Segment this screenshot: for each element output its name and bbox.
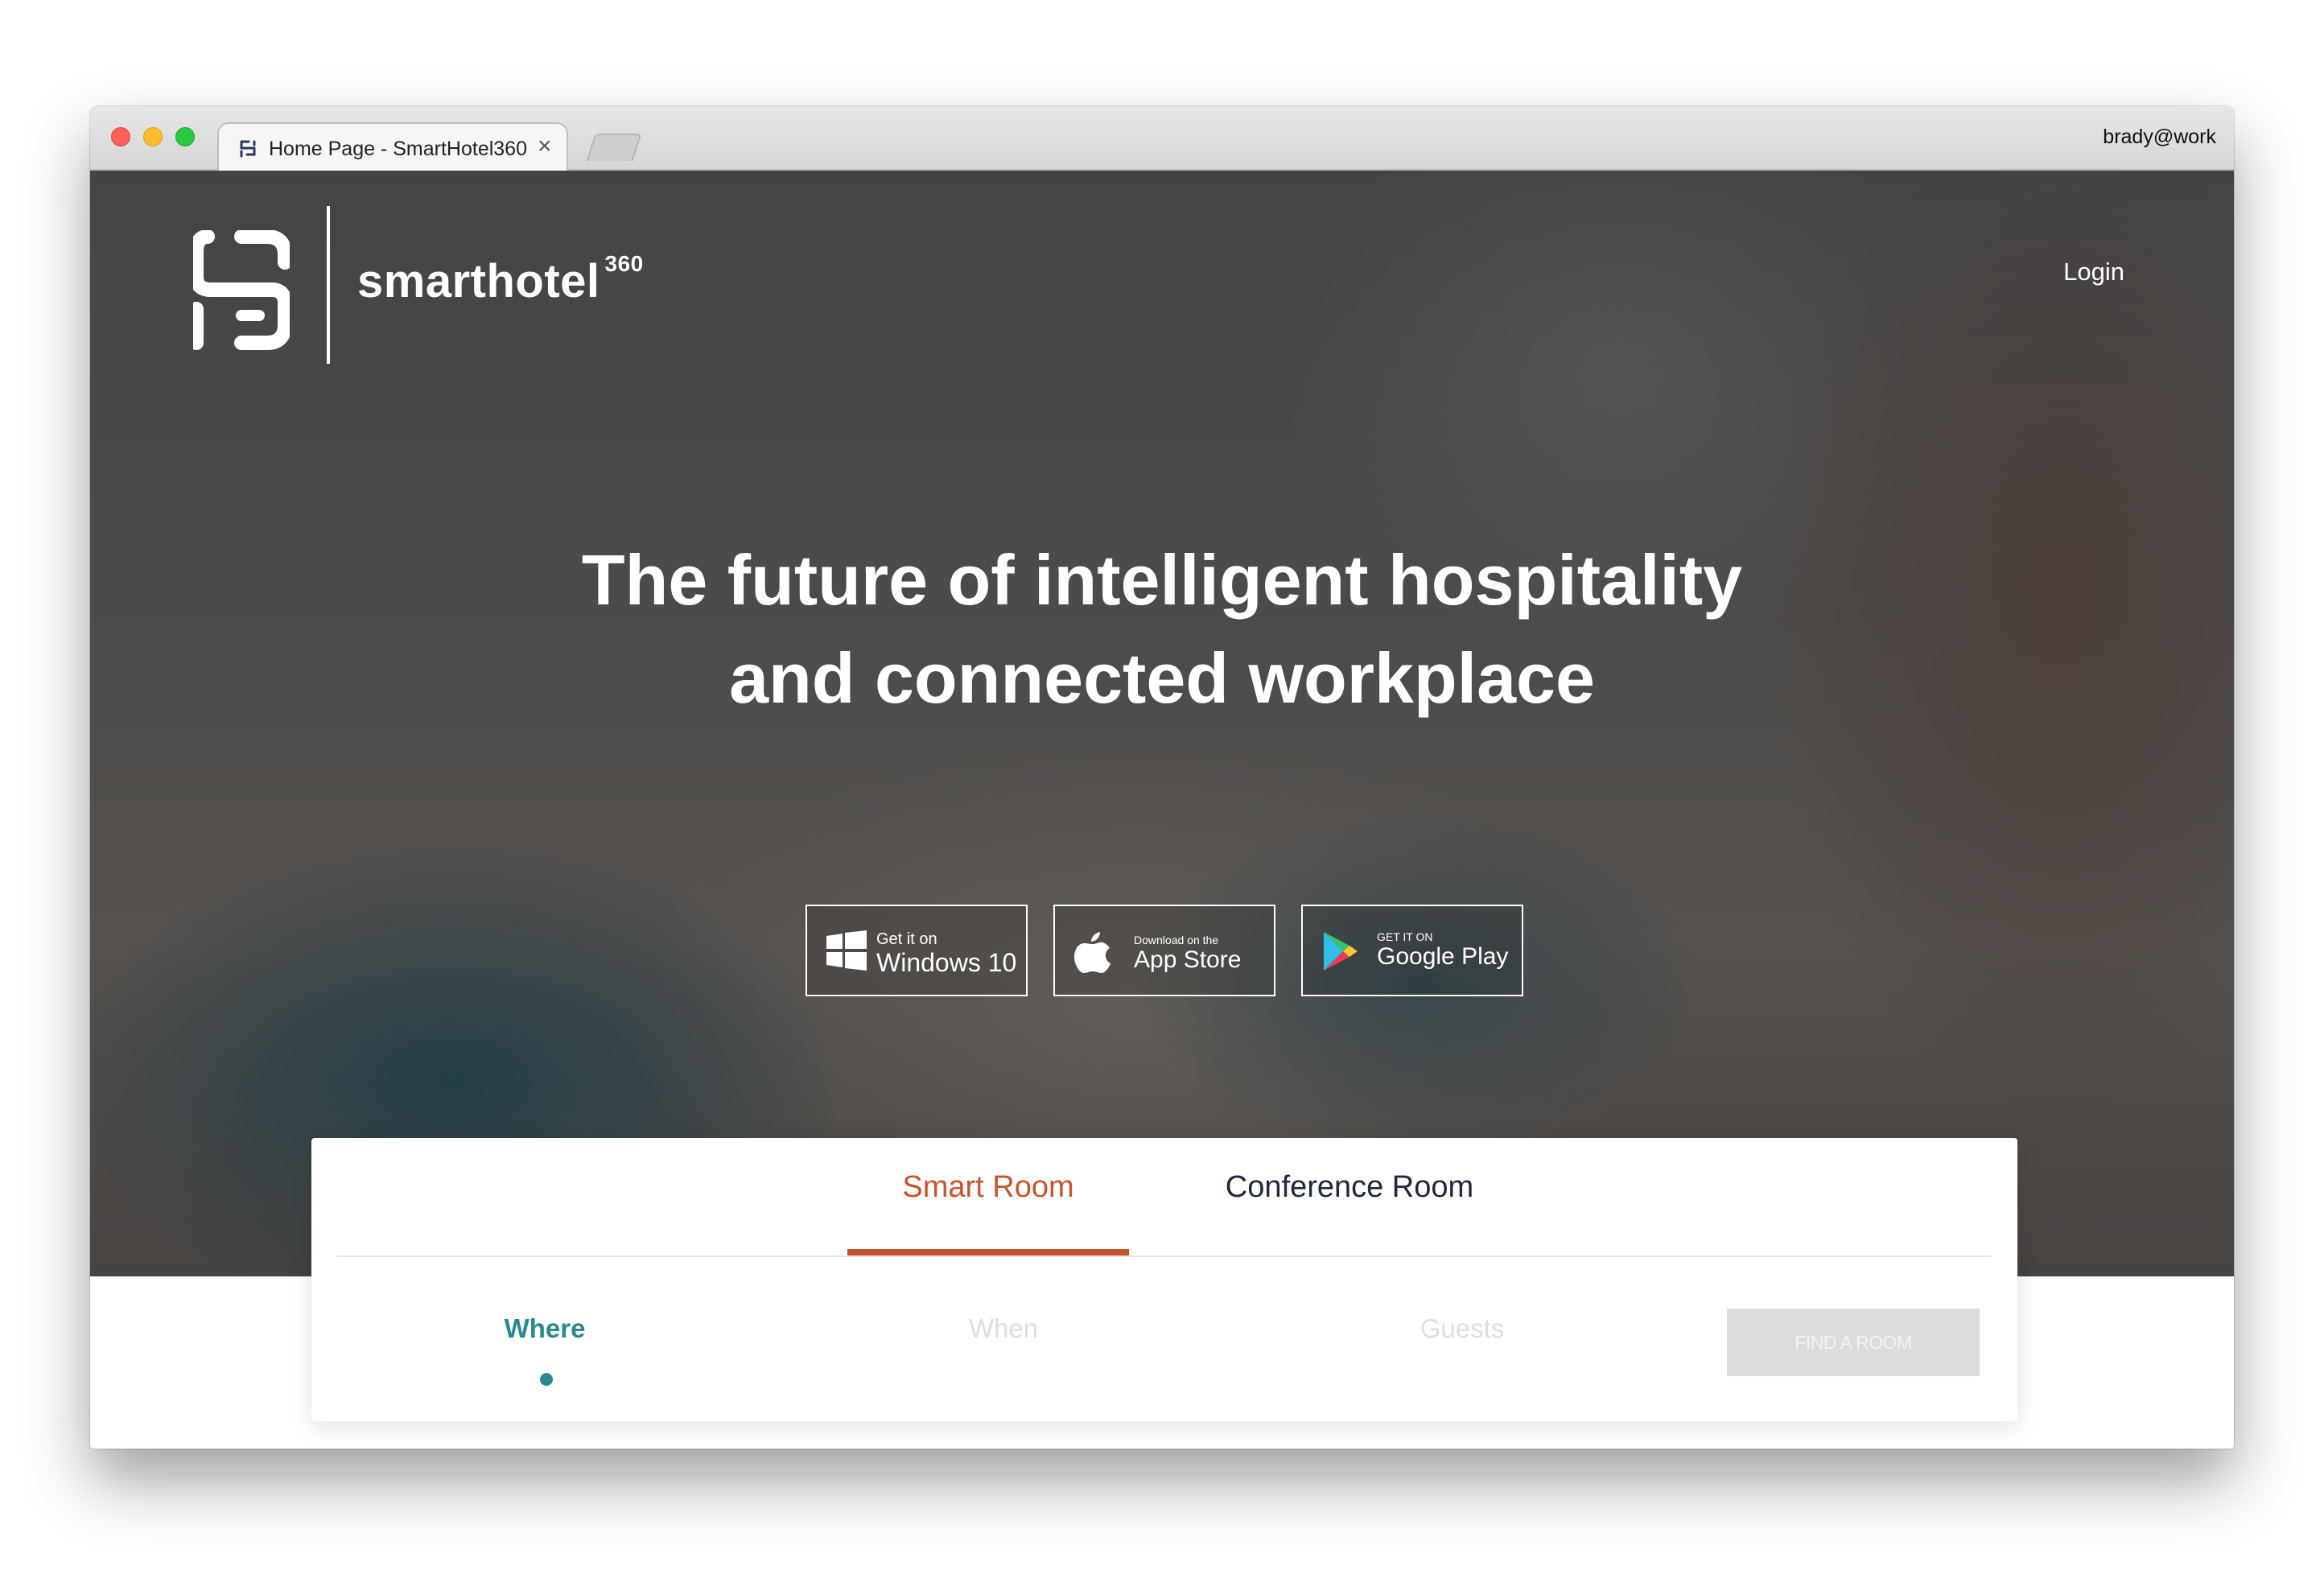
smarthotel-favicon-icon <box>240 140 256 158</box>
tabs-divider <box>337 1255 1992 1257</box>
browser-titlebar: Home Page - SmartHotel360 × brady@work <box>90 106 2234 172</box>
hero-headline: The future of intelligent hospitality an… <box>90 531 2234 728</box>
minimize-window-button[interactable] <box>143 127 163 146</box>
windows-store-small-label: Get it on <box>876 930 937 948</box>
headline-line-2: and connected workplace <box>729 638 1595 718</box>
headline-line-1: The future of intelligent hospitality <box>581 540 1743 620</box>
tab-close-icon[interactable]: × <box>538 134 552 159</box>
google-play-icon <box>1324 932 1358 971</box>
brand-name[interactable]: smarthotel 360 <box>357 251 644 308</box>
logo-divider <box>327 206 330 364</box>
app-store-button[interactable]: Download on the App Store <box>1053 905 1275 996</box>
app-store-small-label: Download on the <box>1134 934 1219 946</box>
tab-conference-room[interactable]: Conference Room <box>1205 1170 1494 1205</box>
windows-store-button[interactable]: Get it on Windows 10 <box>806 905 1028 996</box>
find-room-button[interactable]: FIND A ROOM <box>1727 1309 1980 1376</box>
tab-title: Home Page - SmartHotel360 <box>269 138 527 160</box>
login-link[interactable]: Login <box>2063 258 2124 287</box>
step-when[interactable]: When <box>891 1313 1116 1344</box>
brand-text: smarthotel <box>357 255 600 307</box>
browser-profile[interactable]: brady@work <box>2103 126 2216 149</box>
smarthotel-logo-icon[interactable] <box>193 230 290 351</box>
active-step-indicator <box>540 1373 553 1386</box>
google-play-small-label: GET IT ON <box>1377 930 1433 943</box>
google-play-button[interactable]: GET IT ON Google Play <box>1301 905 1523 996</box>
hero-section: smarthotel 360 Login The future of intell… <box>90 171 2234 1276</box>
maximize-window-button[interactable] <box>175 127 195 146</box>
google-play-big-label: Google Play <box>1377 943 1509 970</box>
app-store-big-label: App Store <box>1134 946 1242 973</box>
apple-icon <box>1074 932 1110 973</box>
new-tab-button[interactable] <box>586 134 642 161</box>
active-tab-indicator <box>847 1249 1129 1255</box>
close-window-button[interactable] <box>111 127 130 146</box>
windows-store-big-label: Windows 10 <box>876 948 1017 977</box>
booking-card: Smart Room Conference Room Where When Gu… <box>311 1138 2017 1421</box>
step-guests[interactable]: Guests <box>1349 1313 1575 1344</box>
tab-smart-room[interactable]: Smart Room <box>847 1170 1129 1205</box>
browser-window: Home Page - SmartHotel360 × brady@work s… <box>90 106 2234 1449</box>
windows-icon <box>826 930 867 971</box>
brand-superscript: 360 <box>604 251 644 276</box>
browser-tab[interactable]: Home Page - SmartHotel360 × <box>217 122 568 172</box>
step-where[interactable]: Where <box>432 1313 657 1344</box>
